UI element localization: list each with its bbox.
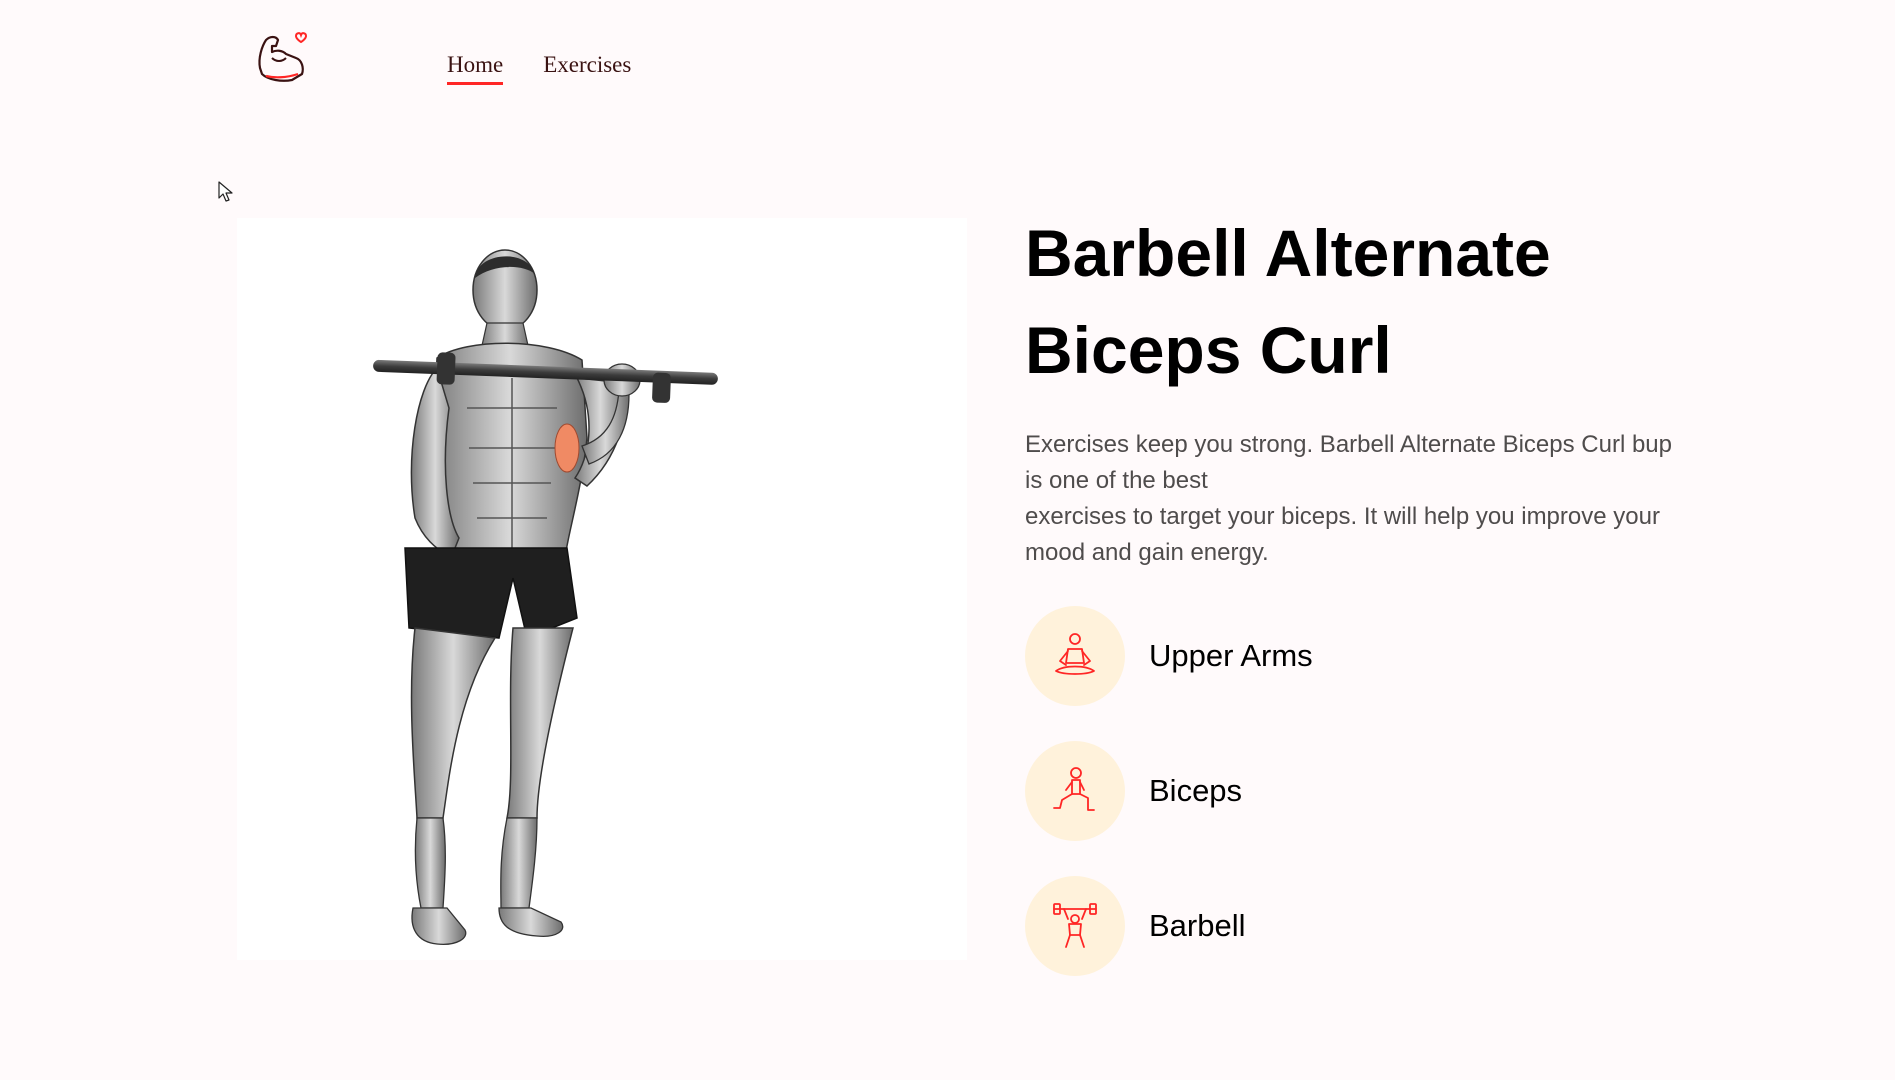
weightlifter-icon: [1053, 903, 1097, 948]
flexed-arm-heart-icon: [258, 32, 308, 82]
mouse-cursor-icon: [218, 181, 233, 202]
logo[interactable]: [252, 28, 310, 84]
nav-exercises-link[interactable]: Exercises: [543, 52, 631, 85]
detail-item-target: Biceps: [1025, 741, 1242, 841]
nav-home-link[interactable]: Home: [447, 52, 504, 85]
exercise-image: [237, 218, 967, 960]
detail-label: Biceps: [1149, 773, 1243, 808]
meditation-pose-icon: [1055, 633, 1095, 675]
exercise-description: Exercises keep you strong. Barbell Alter…: [1025, 427, 1685, 571]
detail-label: Upper Arms: [1149, 638, 1313, 673]
detail-item-equipment: Barbell: [1025, 876, 1246, 976]
detail-icon-circle: [1025, 876, 1125, 976]
lunge-pose-icon: [1053, 767, 1095, 811]
detail-icon-circle: [1025, 606, 1125, 706]
main-nav: Home Exercises: [447, 52, 631, 85]
detail-icon-circle: [1025, 741, 1125, 841]
barbell-curl-figure-illustration: [373, 249, 718, 945]
description-line: Exercises keep you strong. Barbell Alter…: [1025, 431, 1673, 494]
description-line: exercises to target your biceps. It will…: [1025, 503, 1660, 566]
detail-label: Barbell: [1149, 908, 1246, 943]
detail-item-body-part: Upper Arms: [1025, 606, 1313, 706]
exercise-title: Barbell Alternate Biceps Curl: [1025, 216, 1551, 387]
